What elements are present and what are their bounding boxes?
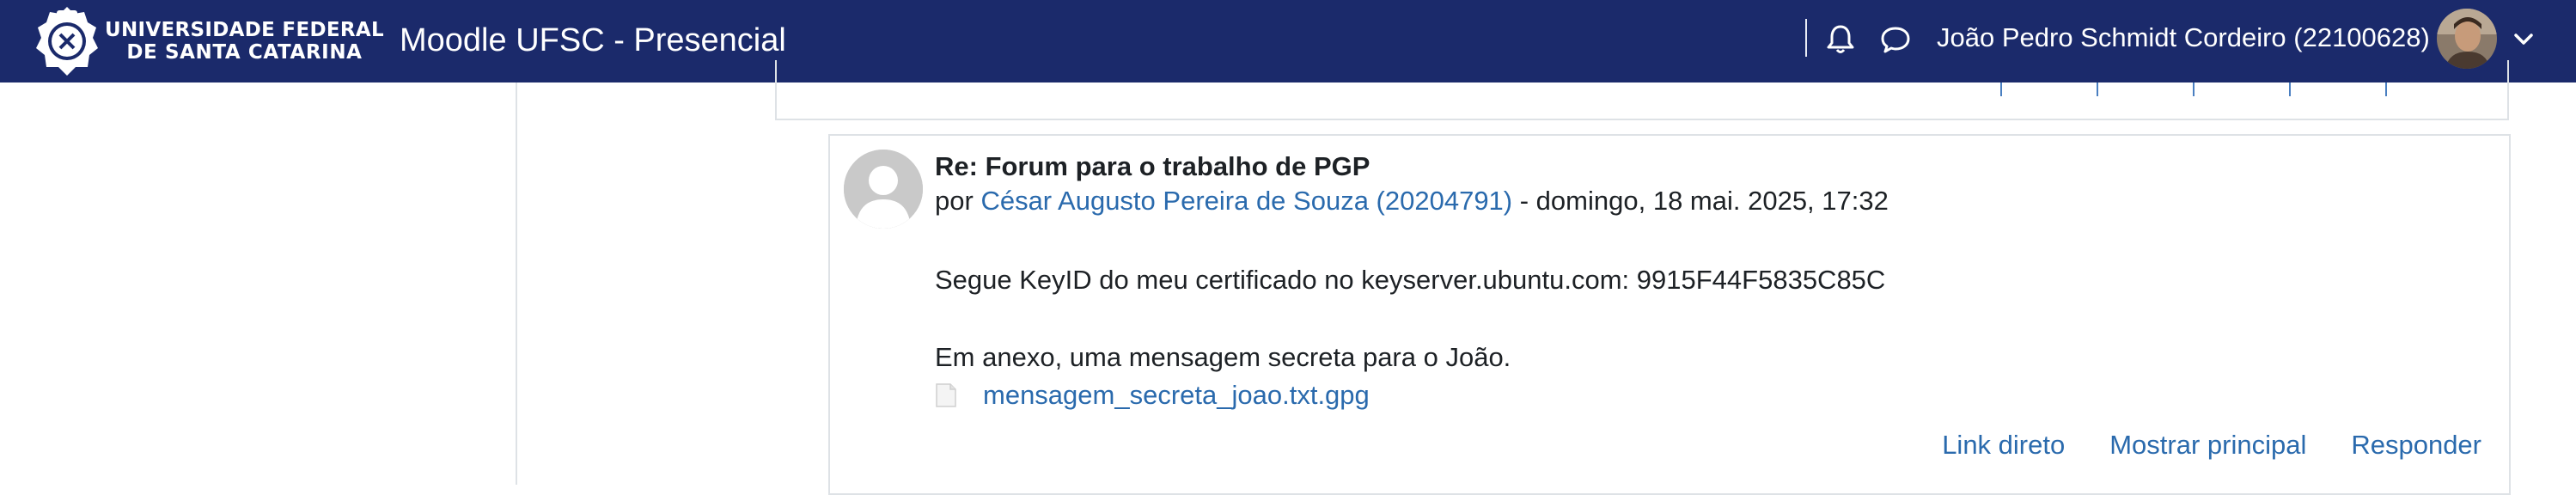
message-line-keyid: Segue KeyID do meu certificado no keyser… — [935, 265, 1886, 295]
university-name: UNIVERSIDADE FEDERAL DE SANTA CATARINA — [105, 19, 384, 64]
author-avatar[interactable] — [844, 150, 923, 229]
ufsc-seal-logo — [36, 7, 98, 76]
notifications-button[interactable] — [1823, 22, 1858, 57]
user-menu-name[interactable]: João Pedro Schmidt Cordeiro (22100628) — [1937, 21, 2430, 55]
permalink-button[interactable]: Link direto — [1942, 428, 2065, 462]
messages-button[interactable] — [1878, 22, 1913, 57]
post-subject: Re: Forum para o trabalho de PGP — [935, 151, 1370, 181]
author-link[interactable]: César Augusto Pereira de Souza (20204791… — [980, 186, 1512, 216]
previous-post-actions-cutoff — [1906, 82, 2387, 96]
message-line-attachment-note: Em anexo, uma mensagem secreta para o Jo… — [935, 342, 1511, 372]
post-date: - domingo, 18 mai. 2025, 17:32 — [1519, 186, 1889, 216]
chat-icon — [1881, 27, 1910, 53]
byline-prefix: por — [935, 186, 974, 216]
post-byline: por César Augusto Pereira de Souza (2020… — [935, 184, 1889, 218]
post-actions: Link direto Mostrar principal Responder — [1942, 428, 2481, 462]
university-name-line2: DE SANTA CATARINA — [126, 41, 363, 64]
default-user-icon — [844, 150, 923, 229]
navbar-divider — [1805, 19, 1807, 57]
attachment-link[interactable]: mensagem_secreta_joao.txt.gpg — [983, 378, 1370, 412]
forum-post: Re: Forum para o trabalho de PGP por Cés… — [828, 134, 2511, 495]
university-name-line1: UNIVERSIDADE FEDERAL — [105, 19, 384, 41]
attachment: mensagem_secreta_joao.txt.gpg — [935, 378, 1370, 412]
reply-button[interactable]: Responder — [2351, 428, 2481, 462]
file-icon — [936, 383, 956, 407]
post-message: Segue KeyID do meu certificado no keyser… — [935, 263, 1885, 375]
previous-post-card — [775, 60, 2509, 120]
chevron-down-icon[interactable] — [2511, 26, 2536, 52]
brand-logo-link[interactable]: UNIVERSIDADE FEDERAL DE SANTA CATARINA — [34, 5, 384, 77]
bell-icon — [1827, 25, 1854, 53]
site-title[interactable]: Moodle UFSC - Presencial — [400, 21, 786, 60]
sidebar-divider — [516, 82, 517, 485]
show-parent-button[interactable]: Mostrar principal — [2109, 428, 2306, 462]
